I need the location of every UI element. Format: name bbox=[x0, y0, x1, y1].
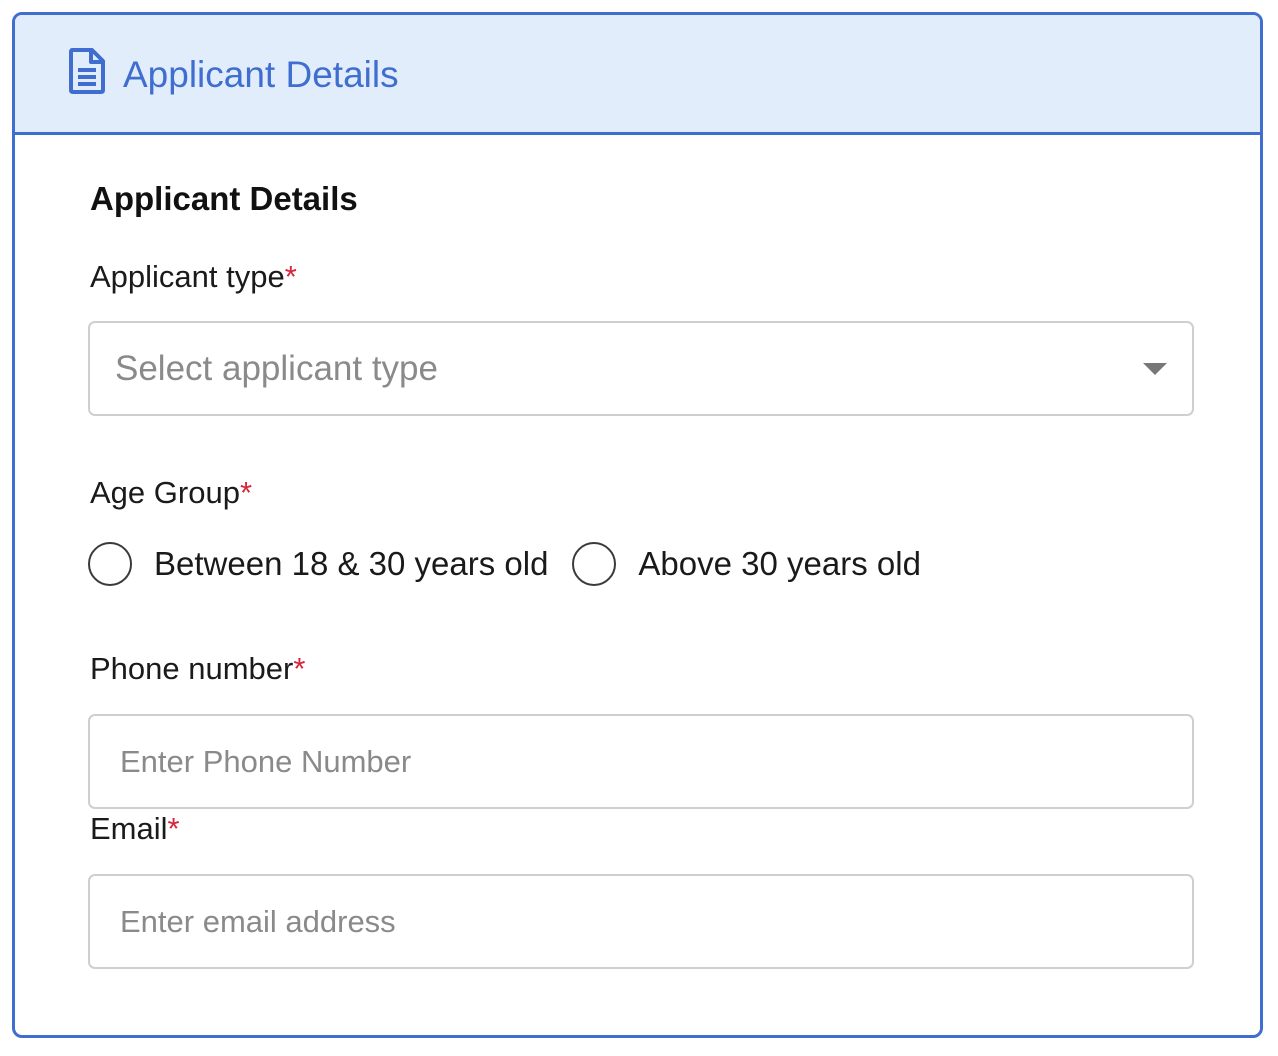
phone-number-input[interactable] bbox=[88, 714, 1194, 809]
email-label-text: Email bbox=[90, 811, 168, 846]
section-title: Applicant Details bbox=[90, 180, 358, 217]
age-option-18-30[interactable]: Between 18 & 30 years old bbox=[88, 542, 548, 586]
card-header: Applicant Details bbox=[15, 15, 1260, 135]
required-mark: * bbox=[284, 259, 297, 294]
age-group-label-text: Age Group bbox=[90, 475, 240, 510]
applicant-type-label: Applicant type* bbox=[90, 257, 297, 297]
document-icon bbox=[67, 47, 107, 95]
age-group-label: Age Group* bbox=[90, 473, 252, 513]
age-group-radio-group: Between 18 & 30 years old Above 30 years… bbox=[88, 539, 945, 589]
header-title: Applicant Details bbox=[123, 54, 399, 95]
radio-button[interactable] bbox=[572, 542, 617, 586]
applicant-details-card: Applicant Details Applicant Details Appl… bbox=[12, 12, 1263, 1038]
radio-label: Above 30 years old bbox=[638, 545, 921, 582]
radio-label: Between 18 & 30 years old bbox=[154, 545, 549, 582]
phone-number-label: Phone number* bbox=[90, 649, 305, 689]
email-label: Email* bbox=[90, 809, 180, 849]
applicant-type-select[interactable]: Select applicant type bbox=[88, 321, 1194, 416]
phone-number-label-text: Phone number bbox=[90, 651, 294, 686]
applicant-type-placeholder: Select applicant type bbox=[115, 349, 438, 388]
required-mark: * bbox=[239, 475, 253, 510]
required-mark: * bbox=[293, 651, 306, 686]
email-input[interactable] bbox=[88, 874, 1194, 969]
caret-down-icon bbox=[1143, 363, 1167, 375]
age-option-above-30[interactable]: Above 30 years old bbox=[572, 542, 921, 586]
applicant-type-label-text: Applicant type bbox=[90, 259, 285, 294]
radio-button[interactable] bbox=[88, 542, 132, 586]
required-mark: * bbox=[167, 811, 180, 846]
